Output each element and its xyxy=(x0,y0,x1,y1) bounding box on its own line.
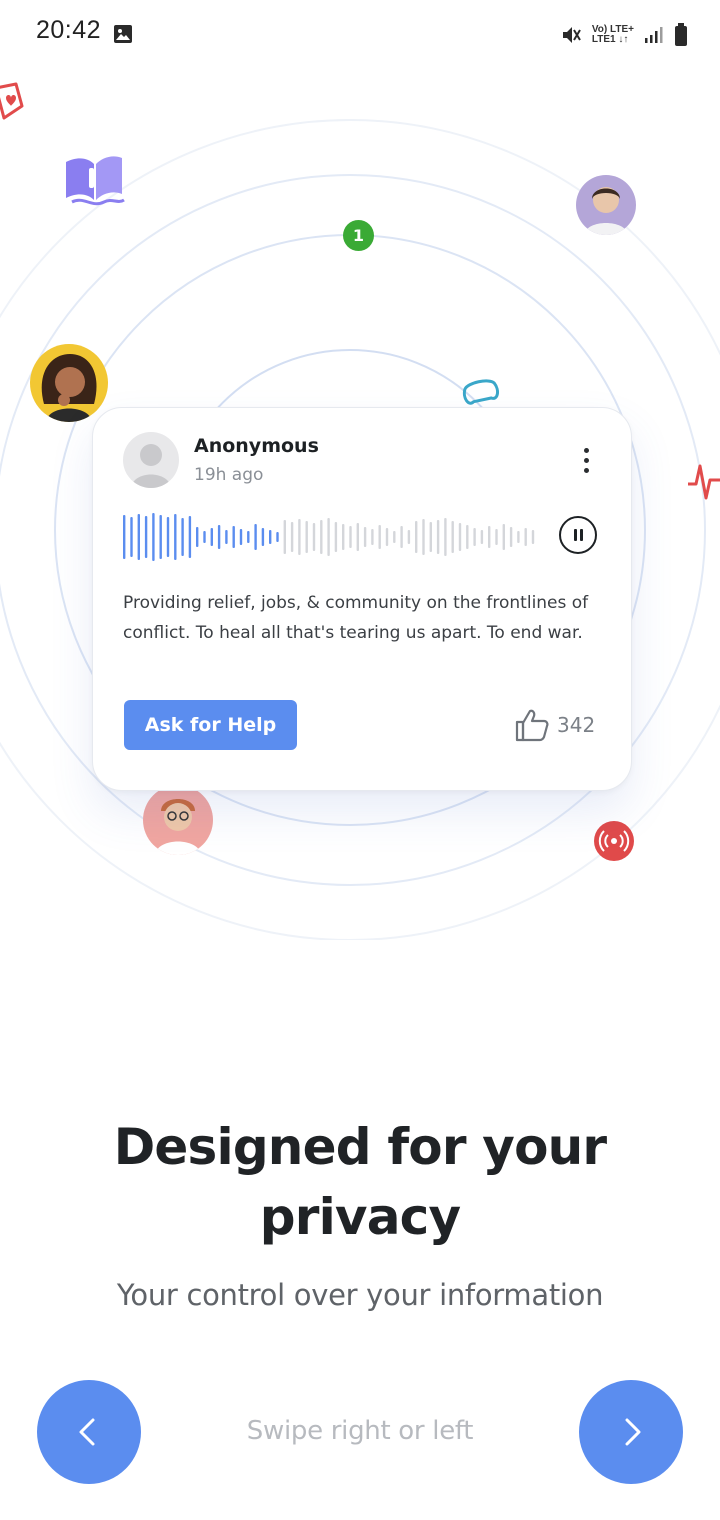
thumbs-up-icon[interactable] xyxy=(514,707,550,743)
waveform-bar xyxy=(473,528,476,546)
notification-badge: 1 xyxy=(343,220,374,251)
waveform-bar xyxy=(130,517,133,557)
waveform-bar xyxy=(123,515,126,559)
waveform-bar xyxy=(159,515,162,559)
waveform-bar xyxy=(436,520,440,554)
notification-badge-count: 1 xyxy=(352,226,365,245)
waveform-bar xyxy=(298,519,301,555)
avatar-woman-thinking xyxy=(30,344,108,422)
post-time: 19h ago xyxy=(194,465,264,485)
waveform-bar xyxy=(393,531,396,543)
heartbeat-icon xyxy=(688,464,720,500)
waveform-bar xyxy=(458,523,462,551)
waveform-bar xyxy=(247,531,250,543)
waveform-bar xyxy=(415,521,418,553)
pause-icon[interactable] xyxy=(559,516,597,554)
waveform-bar xyxy=(524,528,527,546)
waveform-bar xyxy=(422,519,425,555)
waveform-bar xyxy=(531,530,535,544)
waveform-bar xyxy=(254,524,257,550)
avatar-man-glasses xyxy=(143,785,213,855)
waveform-bar xyxy=(488,526,491,548)
waveform-bar xyxy=(283,520,286,554)
mute-icon xyxy=(562,27,581,43)
broadcast-icon xyxy=(594,821,634,861)
gallery-icon xyxy=(114,25,132,43)
waveform-bar xyxy=(342,524,345,550)
previous-button[interactable] xyxy=(37,1380,141,1484)
waveform-bar xyxy=(232,526,235,548)
waveform-bar xyxy=(269,530,272,544)
waveform-bar xyxy=(137,514,140,560)
waveform-bar xyxy=(261,528,265,546)
network-type: Vo) LTE+ LTE1 ↓↑ xyxy=(592,25,634,45)
post-body: Providing relief, jobs, & community on t… xyxy=(123,593,589,643)
waveform-bar xyxy=(400,526,403,548)
waveform-bar xyxy=(480,530,484,544)
like-count: 342 xyxy=(557,713,596,737)
anonymous-avatar xyxy=(123,432,179,488)
waveform-bar xyxy=(517,531,520,543)
battery-icon xyxy=(675,23,687,46)
ask-for-help-button[interactable]: Ask for Help xyxy=(124,700,297,750)
chevron-left-icon xyxy=(79,1418,95,1446)
waveform-bar xyxy=(174,514,177,560)
waveform-bar xyxy=(349,526,352,548)
onboarding-subtitle: Your control over your information xyxy=(116,1278,604,1312)
waveform-bar xyxy=(378,525,381,549)
waveform-bar xyxy=(181,518,184,556)
heart-tag-icon xyxy=(0,82,24,120)
waveform-bar xyxy=(144,516,148,558)
waveform-bar xyxy=(203,531,206,543)
waveform-bar xyxy=(509,527,513,547)
waveform-bar xyxy=(466,525,469,549)
status-time: 20:42 xyxy=(36,16,102,44)
post-author: Anonymous xyxy=(194,435,319,457)
voice-post-card: Anonymous 19h ago Providing relief, jobs… xyxy=(92,407,632,791)
waveform-bar xyxy=(385,528,389,546)
waveform-bar xyxy=(312,523,316,551)
waveform-bar xyxy=(276,532,279,542)
book-icon xyxy=(66,156,125,206)
waveform-bar xyxy=(429,522,432,552)
waveform-bar xyxy=(225,530,228,544)
waveform-bar xyxy=(210,528,213,546)
waveform-bar xyxy=(495,529,498,545)
waveform-bar xyxy=(371,529,374,545)
waveform-bar xyxy=(502,524,505,550)
waveform-bar xyxy=(152,513,155,561)
waveform-bar xyxy=(327,518,330,556)
waveform-bar xyxy=(407,530,411,544)
more-vertical-icon[interactable] xyxy=(579,448,593,474)
waveform-bar xyxy=(239,529,243,545)
gamepad-icon xyxy=(462,379,499,405)
waveform-bar xyxy=(444,518,447,556)
waveform-bar xyxy=(188,516,192,558)
waveform-bar xyxy=(217,525,221,549)
signal-icon xyxy=(645,27,663,43)
waveform-bar xyxy=(166,517,170,557)
network-bottom: LTE1 ↓↑ xyxy=(591,34,629,45)
avatar-woman-smiling xyxy=(576,175,636,235)
waveform-bar xyxy=(334,522,338,552)
status-icons: Vo) LTE+ LTE1 ↓↑ xyxy=(560,20,688,50)
waveform-bar xyxy=(320,520,323,554)
waveform-bar xyxy=(451,521,454,553)
waveform-bar xyxy=(356,523,359,551)
next-button[interactable] xyxy=(579,1380,683,1484)
waveform-bar xyxy=(363,527,367,547)
onboarding-title: Designed for your privacy xyxy=(113,1118,607,1246)
waveform-bar xyxy=(305,521,308,553)
waveform-bar xyxy=(196,527,199,547)
swipe-hint: Swipe right or left xyxy=(246,1416,474,1446)
chevron-right-icon xyxy=(625,1418,641,1446)
waveform-bar xyxy=(290,522,294,552)
audio-waveform[interactable] xyxy=(123,511,543,563)
